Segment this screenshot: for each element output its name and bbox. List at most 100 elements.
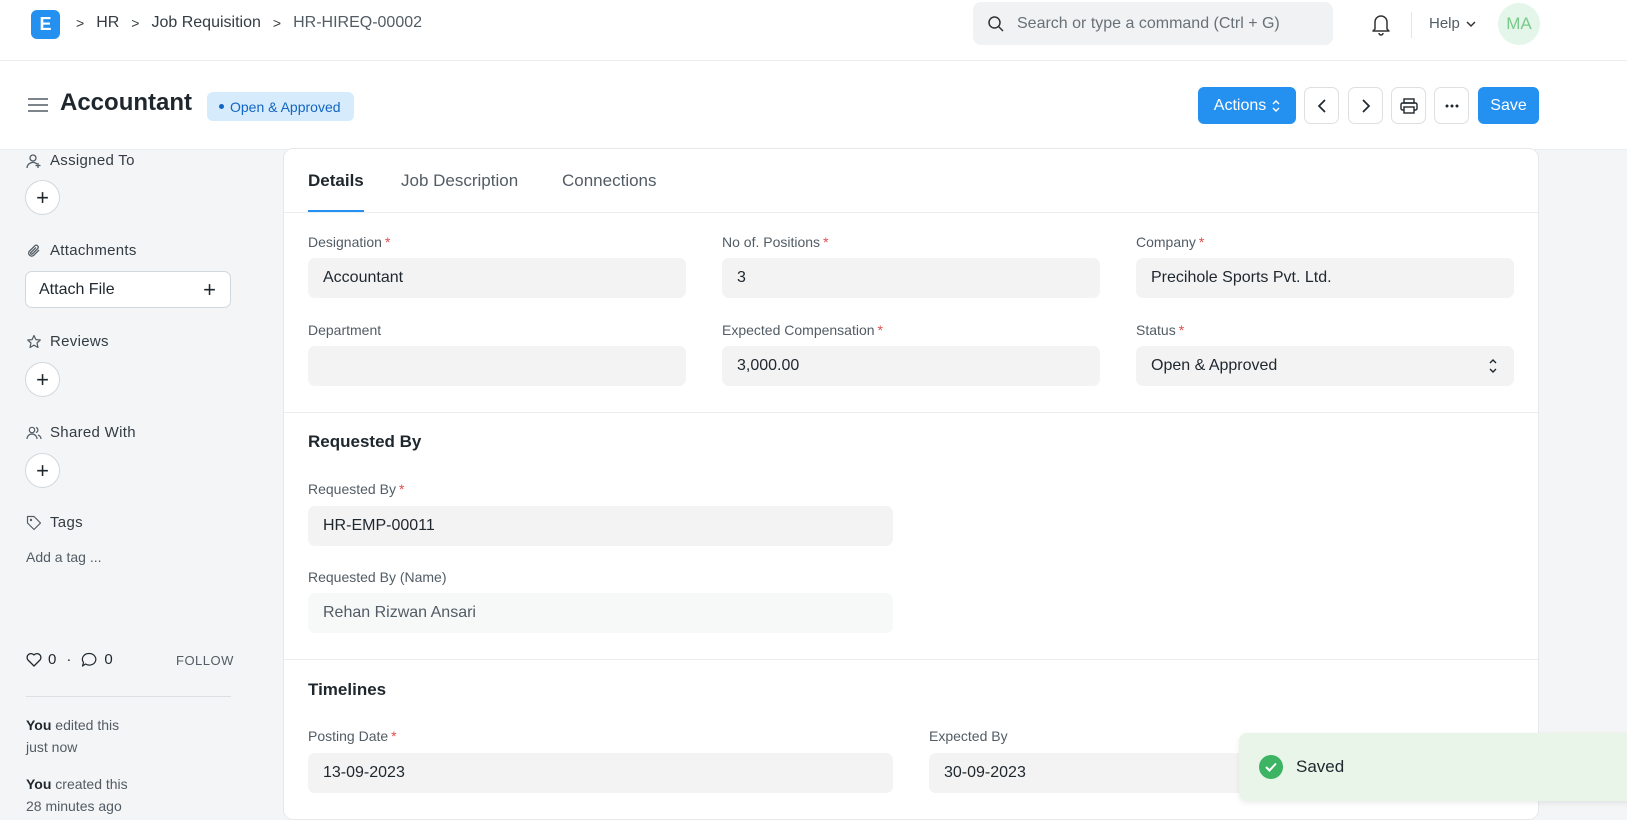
assigned-to-text: Assigned To (50, 152, 135, 169)
select-arrows-icon (1489, 359, 1497, 373)
section-divider (284, 659, 1538, 660)
reviews-text: Reviews (50, 333, 109, 350)
form-card: Details Job Description Connections Desi… (283, 148, 1539, 820)
status-badge: Open & Approved (207, 92, 354, 121)
sidebar-divider (26, 696, 231, 697)
saved-toast: Saved (1239, 733, 1627, 801)
chevron-right-icon: > (76, 15, 85, 31)
breadcrumb-current-doc[interactable]: HR-HIREQ-00002 (293, 14, 422, 32)
attachments-label: Attachments (26, 242, 137, 259)
status-label: Status * (1136, 322, 1185, 338)
active-tab-indicator (308, 210, 364, 212)
notification-bell-icon[interactable] (1370, 12, 1392, 39)
printer-icon (1399, 97, 1418, 114)
search-icon (988, 15, 1004, 32)
likes-count: 0 (48, 651, 57, 668)
more-options-button[interactable] (1434, 87, 1469, 124)
menu-icon[interactable] (28, 97, 48, 116)
follow-button[interactable]: FOLLOW (176, 653, 234, 668)
activity-item: You created this 28 minutes ago (26, 773, 128, 817)
previous-doc-button[interactable] (1304, 87, 1339, 124)
comment-icon[interactable] (81, 652, 98, 668)
attach-file-label: Attach File (39, 280, 115, 298)
breadcrumb-hr[interactable]: HR (96, 14, 119, 32)
department-field[interactable] (308, 346, 686, 386)
chevron-right-icon (1361, 98, 1370, 113)
breadcrumb: > HR > Job Requisition > HR-HIREQ-00002 (76, 14, 434, 32)
tag-icon (26, 515, 42, 530)
activity-action: edited this (51, 717, 120, 733)
comments-count: 0 (104, 651, 113, 668)
form-sidebar: Assigned To + Attachments Attach File + … (0, 150, 280, 820)
users-icon (26, 426, 42, 439)
posting-date-label: Posting Date * (308, 728, 397, 744)
requested-by-label: Requested By * (308, 481, 405, 497)
heart-icon[interactable] (26, 652, 42, 667)
plus-icon: + (36, 457, 49, 483)
tab-details[interactable]: Details (308, 171, 364, 191)
plus-icon: + (203, 276, 216, 302)
timelines-section-title: Timelines (308, 680, 387, 699)
activity-time: just now (26, 739, 78, 755)
add-share-button[interactable]: + (25, 453, 60, 488)
requested-by-section-title: Requested By (308, 432, 422, 451)
positions-label: No of. Positions * (722, 234, 829, 250)
posting-date-field[interactable]: 13-09-2023 (308, 753, 893, 793)
designation-label: Designation * (308, 234, 391, 250)
assigned-to-label: Assigned To (26, 152, 135, 169)
add-review-button[interactable]: + (25, 362, 60, 397)
activity-user: You (26, 776, 52, 792)
activity-action: created this (51, 776, 128, 792)
status-dot-icon (219, 104, 224, 109)
navbar-divider (1411, 12, 1412, 38)
attach-file-button[interactable]: Attach File + (25, 271, 231, 308)
form-tabs: Details Job Description Connections (284, 149, 1538, 213)
chevron-down-icon (1466, 20, 1476, 27)
chevron-left-icon (1317, 98, 1326, 113)
status-badge-label: Open & Approved (230, 98, 341, 115)
tab-connections[interactable]: Connections (562, 171, 657, 191)
status-select[interactable]: Open & Approved (1136, 346, 1514, 386)
designation-field[interactable]: Accountant (308, 258, 686, 298)
expected-by-label: Expected By (929, 728, 1008, 744)
user-add-icon (26, 153, 41, 168)
help-label: Help (1429, 15, 1460, 32)
more-horizontal-icon (1445, 104, 1458, 107)
plus-icon: + (36, 366, 49, 392)
breadcrumb-job-requisition[interactable]: Job Requisition (151, 14, 260, 32)
activity-user: You (26, 717, 52, 733)
actions-label: Actions (1213, 96, 1267, 114)
requested-by-field[interactable]: HR-EMP-00011 (308, 506, 893, 546)
actions-button[interactable]: Actions (1198, 87, 1296, 124)
positions-field[interactable]: 3 (722, 258, 1100, 298)
likes-comments: 0 · 0 (26, 651, 113, 668)
add-tag-link[interactable]: Add a tag ... (26, 549, 102, 565)
chevron-right-icon: > (272, 15, 282, 31)
add-assignee-button[interactable]: + (25, 180, 60, 215)
tab-job-description[interactable]: Job Description (401, 171, 518, 191)
company-field[interactable]: Precihole Sports Pvt. Ltd. (1136, 258, 1514, 298)
activity-item: You edited this just now (26, 714, 119, 758)
star-icon (27, 334, 41, 348)
chevron-right-icon: > (131, 15, 140, 31)
compensation-field[interactable]: 3,000.00 (722, 346, 1100, 386)
reviews-label: Reviews (26, 333, 109, 350)
compensation-label: Expected Compensation * (722, 322, 883, 338)
page-title: Accountant (60, 89, 192, 116)
company-label: Company * (1136, 234, 1205, 250)
activity-time: 28 minutes ago (26, 798, 122, 814)
section-divider (284, 412, 1538, 413)
help-dropdown[interactable]: Help (1429, 15, 1476, 32)
check-circle-icon (1259, 755, 1283, 779)
save-button[interactable]: Save (1478, 87, 1539, 124)
search-input[interactable]: Search or type a command (Ctrl + G) (973, 2, 1333, 45)
avatar[interactable]: MA (1498, 3, 1540, 45)
page-head: Accountant Open & Approved Actions Save (0, 61, 1627, 150)
shared-with-label: Shared With (26, 424, 136, 441)
print-button[interactable] (1391, 87, 1426, 124)
next-doc-button[interactable] (1348, 87, 1383, 124)
search-placeholder: Search or type a command (Ctrl + G) (1017, 14, 1280, 32)
department-label: Department (308, 322, 382, 338)
app-logo[interactable]: E (31, 10, 60, 39)
tags-label: Tags (26, 514, 83, 531)
